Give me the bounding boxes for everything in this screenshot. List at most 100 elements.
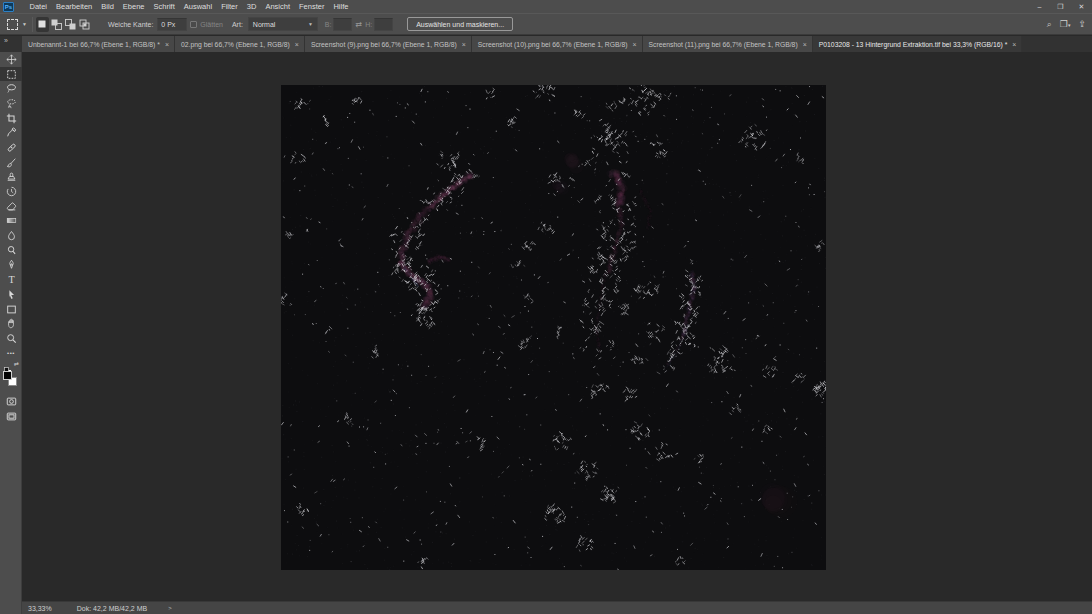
tab-label: P0103208 - 13 Hintergrund Extraktion.tif… [819,41,1008,48]
tab-label: Unbenannt-1 bei 66,7% (Ebene 1, RGB/8) * [28,41,160,48]
search-icon[interactable]: ⌕ [1047,19,1052,30]
menu-schrift[interactable]: Schrift [149,0,179,13]
tab-overflow-icon[interactable]: » [0,36,22,52]
tool-rectangle[interactable] [0,302,22,317]
tool-eraser[interactable] [0,199,22,214]
menu-ebene[interactable]: Ebene [118,0,149,13]
chevron-down-icon: ▼ [22,21,27,27]
width-label: B: [325,21,332,28]
menu-bearbeiten[interactable]: Bearbeiten [52,0,97,13]
tools-panel: T •••⇄ [0,52,22,614]
document-tab[interactable]: Screenshot (11).png bei 66,7% (Ebene 1, … [643,36,813,52]
menu-ansicht[interactable]: Ansicht [261,0,295,13]
screen-mode-button[interactable] [0,409,22,424]
canvas-area[interactable] [22,52,1092,601]
selection-mode-group [36,17,91,32]
tool-clone-stamp[interactable] [0,170,22,185]
menu-auswahl[interactable]: Auswahl [179,0,216,13]
menu-bild[interactable]: Bild [97,0,119,13]
tool-zoom[interactable] [0,331,22,346]
zoom-level[interactable]: 33,33% [28,605,52,612]
photoshop-window: Ps DateiBearbeitenBildEbeneSchriftAuswah… [0,0,1092,614]
tool-gradient[interactable] [0,214,22,229]
tool-preset-picker[interactable]: ▼ [7,19,27,30]
tab-close-icon[interactable]: × [165,41,169,48]
subtract-selection-button[interactable] [64,17,77,32]
tool-marquee[interactable] [0,67,22,82]
tool-blur[interactable] [0,228,22,243]
tool-dodge[interactable] [0,243,22,258]
menu-fenster[interactable]: Fenster [295,0,329,13]
antialias-label: Glätten [200,21,223,28]
width-input [333,18,352,31]
share-icon[interactable]: ⇪ [1078,19,1086,29]
new-selection-button[interactable] [36,17,49,32]
tab-close-icon[interactable]: × [803,41,807,48]
minimize-button[interactable]: – [1029,0,1050,13]
workspace: T •••⇄ [0,52,1092,614]
close-button[interactable]: ✕ [1071,0,1092,13]
document-tab[interactable]: P0103208 - 13 Hintergrund Extraktion.tif… [813,36,1023,52]
menu-hilfe[interactable]: Hilfe [329,0,353,13]
tool-history-brush[interactable] [0,184,22,199]
menu-3d[interactable]: 3D [242,0,261,13]
tool-path-selection[interactable] [0,287,22,302]
foreground-color-swatch[interactable] [3,371,12,380]
tool-object-selection[interactable] [0,96,22,111]
workspace-icon[interactable]: ❐▾ [1060,19,1071,29]
color-swatches[interactable] [0,370,22,391]
tool-type[interactable]: T [0,272,22,287]
menu-datei[interactable]: Datei [25,0,52,13]
tab-label: 02.png bei 66,7% (Ebene 1, RGB/8) [181,41,290,48]
menu-filter[interactable]: Filter [217,0,243,13]
feather-input[interactable]: 0 Px [157,18,187,31]
options-bar: ▼ Weiche Kante: 0 Px Glätten Art: Normal… [0,13,1092,35]
intersect-selection-button[interactable] [78,17,91,32]
tool-eyedropper[interactable] [0,125,22,140]
document-size: Dok: 42,2 MB/42,2 MB [77,605,147,612]
tool-healing-brush[interactable] [0,140,22,155]
height-label: H: [365,21,372,28]
status-chevron-icon[interactable]: > [168,605,172,611]
tab-label: Screenshot (9).png bei 66,7% (Ebene 1, R… [311,41,457,48]
tool-move[interactable] [0,52,22,67]
height-input [374,18,393,31]
svg-text:T: T [8,274,15,285]
marquee-tool-icon [7,19,18,30]
tool-crop[interactable] [0,111,22,126]
mode-label: Art: [232,21,243,28]
add-selection-button[interactable] [50,17,63,32]
status-bar: 33,33% Dok: 42,2 MB/42,2 MB > [22,601,1092,614]
document-tab[interactable]: Unbenannt-1 bei 66,7% (Ebene 1, RGB/8) *… [22,36,175,52]
tab-close-icon[interactable]: × [295,41,299,48]
tab-label: Screenshot (11).png bei 66,7% (Ebene 1, … [649,41,798,48]
feather-label: Weiche Kante: [108,21,153,28]
edit-toolbar-button[interactable]: ••• [0,346,22,361]
menubar: DateiBearbeitenBildEbeneSchriftAuswahlFi… [25,0,353,13]
quick-mask-button[interactable] [0,394,22,409]
link-dimensions-icon: ⇄ [355,20,362,29]
document-tab[interactable]: Screenshot (10).png bei 66,7% (Ebene 1, … [472,36,643,52]
titlebar: Ps DateiBearbeitenBildEbeneSchriftAuswah… [0,0,1092,13]
tool-hand[interactable] [0,316,22,331]
selection-mode-dropdown[interactable]: Normal ▼ [248,17,318,31]
tab-close-icon[interactable]: × [462,41,466,48]
swap-colors-icon[interactable]: ⇄ [14,360,19,367]
select-and-mask-button[interactable]: Auswählen und maskieren... [407,17,513,31]
document-tabbar: » Unbenannt-1 bei 66,7% (Ebene 1, RGB/8)… [0,36,1092,52]
document-tab[interactable]: 02.png bei 66,7% (Ebene 1, RGB/8) × [175,36,305,52]
tool-lasso[interactable] [0,81,22,96]
document-tab[interactable]: Screenshot (9).png bei 66,7% (Ebene 1, R… [305,36,472,52]
tab-close-icon[interactable]: × [632,41,636,48]
color-controls: ⇄ [0,360,22,370]
document-canvas[interactable] [281,85,826,570]
antialias-checkbox[interactable] [190,21,197,28]
window-controls: – ❐ ✕ [1029,0,1092,13]
restore-button[interactable]: ❐ [1050,0,1071,13]
photoshop-app-icon[interactable]: Ps [3,2,14,12]
tool-pen[interactable] [0,258,22,273]
tool-brush[interactable] [0,155,22,170]
tab-close-icon[interactable]: × [1012,41,1016,48]
tab-label: Screenshot (10).png bei 66,7% (Ebene 1, … [478,41,628,48]
chevron-down-icon: ▼ [308,21,313,27]
